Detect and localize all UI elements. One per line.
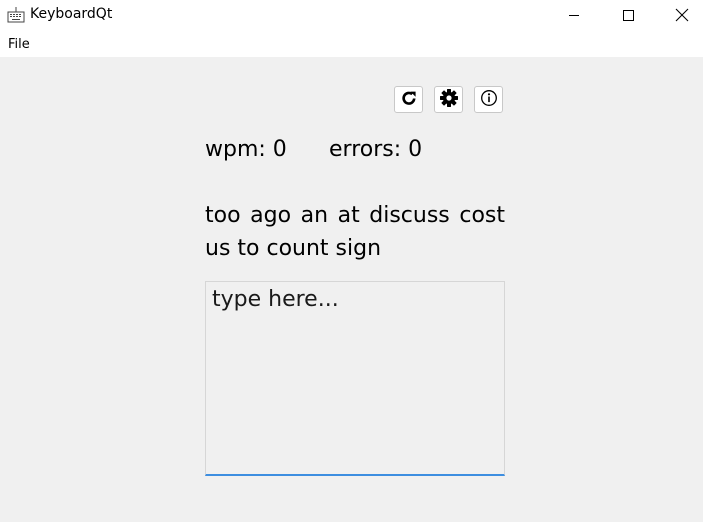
title-bar[interactable]: KeyboardQt bbox=[0, 0, 703, 30]
gear-icon bbox=[439, 88, 459, 112]
maximize-icon bbox=[622, 9, 634, 21]
refresh-icon bbox=[400, 89, 418, 111]
minimize-button[interactable] bbox=[551, 0, 597, 30]
menu-bar: File bbox=[0, 30, 703, 57]
menu-file[interactable]: File bbox=[8, 37, 30, 52]
settings-button[interactable] bbox=[434, 86, 463, 113]
prompt-text: too ago an at discuss cost us to count s… bbox=[205, 203, 505, 261]
keyboard-icon bbox=[7, 7, 25, 23]
about-button[interactable] bbox=[474, 86, 503, 113]
typing-input[interactable] bbox=[205, 281, 505, 476]
close-icon bbox=[675, 8, 689, 22]
errors-label: errors: 0 bbox=[329, 137, 423, 162]
maximize-button[interactable] bbox=[605, 0, 651, 30]
main-content: wpm: 0 errors: 0 too ago an at discuss c… bbox=[0, 57, 703, 522]
info-icon bbox=[480, 89, 498, 111]
window-title: KeyboardQt bbox=[30, 6, 113, 22]
restart-button[interactable] bbox=[394, 86, 423, 113]
close-button[interactable] bbox=[659, 0, 703, 30]
wpm-label: wpm: 0 bbox=[205, 137, 287, 162]
minimize-icon bbox=[568, 9, 580, 21]
app-window: KeyboardQt File wpm: 0 errors: 0 too ago… bbox=[0, 0, 703, 522]
